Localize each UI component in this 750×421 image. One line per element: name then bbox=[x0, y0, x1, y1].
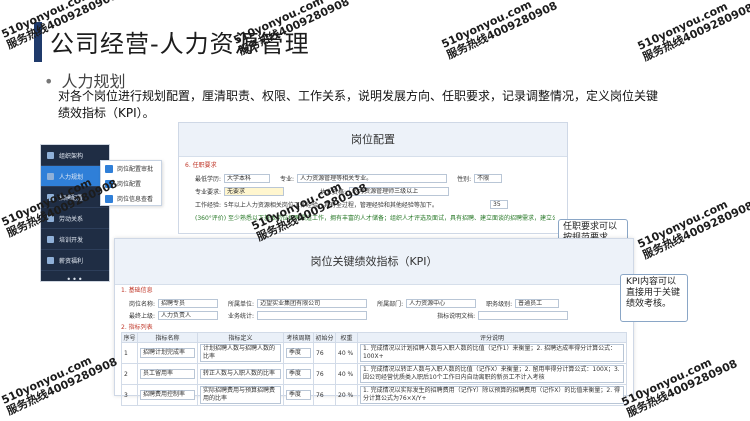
submenu-label: 岗位配置审批 bbox=[117, 166, 154, 173]
form-row: (360°评价) 至少熟悉以下基本岗位招聘渠道工作，拥有丰富的人才储备；组织人才… bbox=[179, 211, 567, 224]
column-header: 指标名称 bbox=[137, 332, 198, 343]
kpi-name-field[interactable]: 招聘费用控制率 bbox=[140, 390, 195, 400]
field-label: 所属单位: bbox=[228, 300, 255, 308]
planning-icon bbox=[47, 172, 54, 180]
field-label: 最低学历: bbox=[195, 176, 222, 183]
column-header: 评分说明 bbox=[357, 332, 627, 343]
major-field[interactable]: 人力资源管理等相关专业。 bbox=[297, 174, 448, 183]
nav-item-label: 薪资福利 bbox=[59, 257, 84, 265]
unit-field[interactable]: 迈望实业集团有限公司 bbox=[257, 298, 368, 308]
kpi-score: 76 bbox=[313, 384, 336, 406]
watermark: 510yonyou.com 服务热线4009280908 bbox=[635, 197, 750, 262]
column-header: 指标定义 bbox=[197, 332, 284, 343]
nav-item-training[interactable]: 培训开发 bbox=[41, 229, 109, 250]
nav-item-salary[interactable]: 薪资福利 bbox=[41, 250, 109, 271]
nav-item-label: 组织架构 bbox=[59, 152, 84, 160]
kpi-name-field[interactable]: 招聘计划完成率 bbox=[140, 348, 195, 358]
callout-kpi: KPI内容可以直接用于关键绩效考核。 bbox=[620, 274, 688, 322]
field-label: 岗位名称: bbox=[129, 300, 156, 308]
row-number: 3 bbox=[121, 384, 138, 406]
major-requirement-field[interactable]: 无要求 bbox=[224, 187, 285, 196]
salary-icon bbox=[47, 256, 54, 264]
form-row: 岗位名称: 招聘专员 所属单位: 迈望实业集团有限公司 所属部门: 人力资源中心… bbox=[115, 297, 633, 309]
gender-select[interactable]: 不限 bbox=[474, 174, 503, 183]
watermark: 510yonyou.com 服务热线4009280908 bbox=[619, 355, 740, 420]
form-row: 工作经验: 5年以上人力资源相关岗位工作经验，具有全过程，管理经验和其他经验等加… bbox=[179, 198, 567, 211]
bullet-dot: • bbox=[44, 72, 54, 91]
column-header: 序号 bbox=[121, 332, 138, 343]
watermark: 510yonyou.com 服务热线4009280908 bbox=[0, 353, 120, 418]
table-row: 3 招聘费用控制率 实际招聘费用与预算招聘费用的比率 季度 76 20 % 1.… bbox=[121, 384, 627, 406]
section-title: 6. 任职要求 bbox=[185, 162, 217, 169]
kpi-period-field[interactable]: 季度 bbox=[286, 348, 311, 358]
form-row: 最低学历: 大学本科 专业: 人力资源管理等相关专业。 性别: 不限 bbox=[179, 172, 567, 185]
kpi-title: 岗位关键绩效指标（KPI） bbox=[115, 239, 633, 285]
kpi-scoring-field[interactable]: 1. 完成情况以计划招聘人数与入职人数的比值（记作1）来衡量；2. 招聘达成率得… bbox=[360, 344, 624, 362]
form-row: 最终上级: 人力负责人 业务统计: 指标说明文档: bbox=[115, 309, 633, 321]
row-number: 1 bbox=[121, 342, 138, 364]
kpi-period-field[interactable]: 季度 bbox=[286, 369, 311, 379]
kpi-score: 76 bbox=[313, 342, 336, 364]
slide-description: 对各个岗位进行规划配置，厘清职责、权限、工作关系，说明发展方向、任职要求，记录调… bbox=[58, 89, 659, 120]
field-label: 工作经验: bbox=[195, 202, 222, 209]
kpi-table: 序号 指标名称 指标定义 考核周期 初始分 权重 评分说明 1 招聘计划完成率 … bbox=[121, 332, 627, 406]
dept-field[interactable]: 人力资源中心 bbox=[406, 298, 477, 308]
field-label: 专业要求: bbox=[195, 189, 222, 196]
submenu-label: 岗位信息查看 bbox=[117, 196, 154, 203]
field-label: 所属部门: bbox=[377, 300, 404, 308]
doc-icon bbox=[105, 194, 113, 203]
source-field[interactable] bbox=[478, 310, 569, 320]
form-row: 专业要求: 无要求 执业资格: 人力资源管理师三级以上 bbox=[179, 185, 567, 198]
kpi-name-field[interactable]: 员工留用率 bbox=[140, 369, 195, 379]
nav-item-org[interactable]: 组织架构 bbox=[41, 145, 109, 166]
job-config-window: 岗位配置 6. 任职要求 最低学历: 大学本科 专业: 人力资源管理等相关专业。… bbox=[178, 122, 568, 234]
kpi-scoring-field[interactable]: 1. 完成情况以实际发生的招聘费用（记作Y）除以预算的招聘费用（记作X）的比值来… bbox=[360, 386, 624, 404]
column-header: 考核周期 bbox=[283, 332, 314, 343]
field-label: 业务统计: bbox=[228, 312, 255, 320]
kpi-score: 76 bbox=[313, 363, 336, 385]
table-row: 2 员工留用率 转正人数与入职人数的比率 季度 76 40 % 1. 完成情况以… bbox=[121, 363, 627, 385]
section-title: 1. 基础信息 bbox=[121, 287, 153, 294]
table-row: 1 招聘计划完成率 计划招聘人数与招聘人数的比率 季度 76 40 % 1. 完… bbox=[121, 342, 627, 364]
rank-field[interactable]: 普通员工 bbox=[515, 298, 560, 308]
experience-text[interactable]: 5年以上人力资源相关岗位工作经验，具有全过程，管理经验和其他经验等加下。 bbox=[224, 200, 484, 209]
table-header-row: 序号 指标名称 指标定义 考核周期 初始分 权重 评分说明 bbox=[121, 332, 627, 343]
kpi-period-field[interactable]: 季度 bbox=[286, 390, 311, 400]
education-select[interactable]: 大学本科 bbox=[224, 174, 271, 183]
kpi-definition-field[interactable]: 转正人数与入职人数的比率 bbox=[200, 369, 281, 379]
field-label: 专业: bbox=[280, 176, 295, 183]
kpi-scoring-field[interactable]: 1. 完成情况以转正人数与入职人数的比值（记作X）来衡量；2. 留用率得分计算公… bbox=[360, 365, 624, 383]
kpi-definition-field[interactable]: 实际招聘费用与预算招聘费用的比率 bbox=[200, 386, 281, 404]
owner-field[interactable]: 人力负责人 bbox=[158, 310, 219, 320]
kpi-definition-field[interactable]: 计划招聘人数与招聘人数的比率 bbox=[200, 344, 281, 362]
watermark: 510yonyou.com 服务热线4009280908 bbox=[439, 0, 560, 62]
column-header: 初始分 bbox=[313, 332, 336, 343]
nav-more[interactable]: ••• bbox=[41, 275, 109, 284]
field-label: 职务级别: bbox=[486, 300, 513, 308]
watermark: 510yonyou.com 服务热线4009280908 bbox=[635, 0, 750, 64]
kpi-weight: 20 % bbox=[335, 384, 358, 406]
kpi-weight: 40 % bbox=[335, 363, 358, 385]
section-title: 2. 指标列表 bbox=[121, 324, 153, 331]
column-header: 权重 bbox=[335, 332, 358, 343]
submenu-label: 岗位配置 bbox=[117, 181, 142, 188]
field-label: 指标说明文档: bbox=[437, 312, 476, 320]
org-icon bbox=[47, 151, 54, 159]
nav-item-label: 培训开发 bbox=[59, 236, 84, 244]
post-field[interactable]: 招聘专员 bbox=[158, 298, 219, 308]
submenu-item-view[interactable]: 岗位信息查看 bbox=[101, 191, 161, 206]
age-field[interactable]: 35 bbox=[490, 200, 509, 209]
kpi-window: 岗位关键绩效指标（KPI） 1. 基础信息 岗位名称: 招聘专员 所属单位: 迈… bbox=[114, 238, 634, 406]
job-config-title: 岗位配置 bbox=[179, 123, 567, 157]
method-field[interactable] bbox=[257, 310, 368, 320]
kpi-weight: 40 % bbox=[335, 342, 358, 364]
row-number: 2 bbox=[121, 363, 138, 385]
training-icon bbox=[47, 235, 54, 243]
field-label: 最终上级: bbox=[129, 312, 156, 320]
field-label: 性别: bbox=[457, 176, 472, 183]
